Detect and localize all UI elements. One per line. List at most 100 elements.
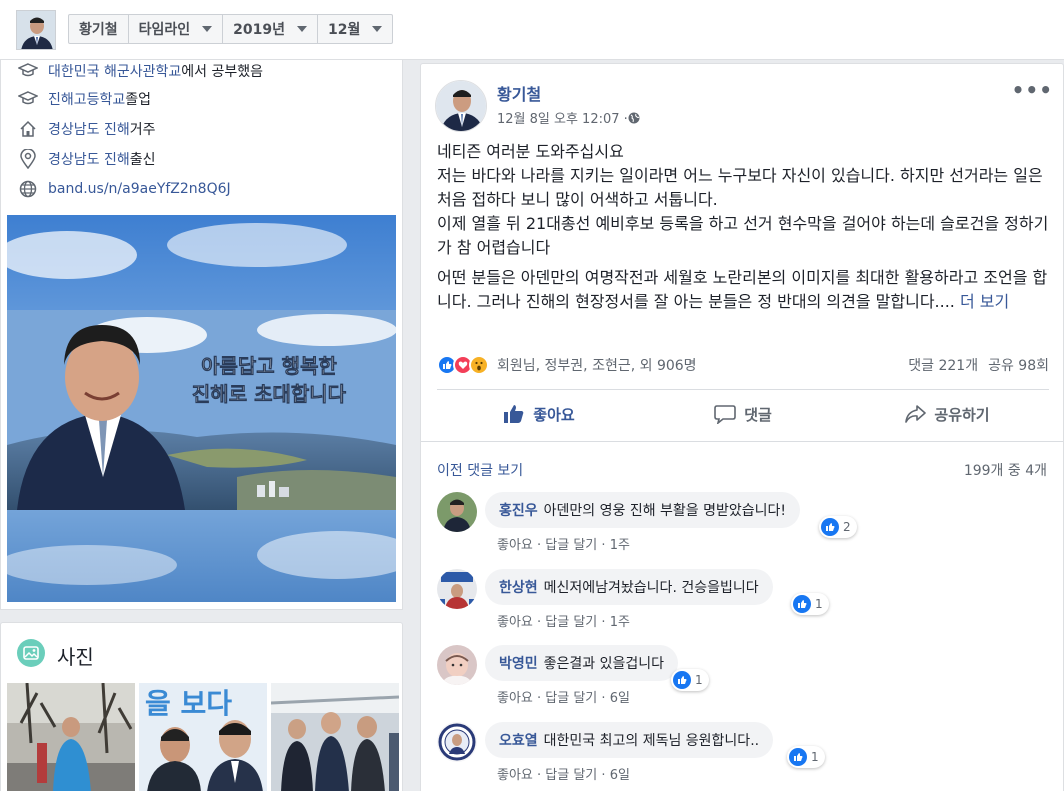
profile-name: 황기철	[79, 22, 118, 38]
like-button[interactable]: 좋아요	[437, 391, 641, 437]
comment-reaction-badge[interactable]: 1	[671, 669, 709, 691]
post-author-avatar[interactable]	[435, 80, 487, 132]
comment-age[interactable]: 6일	[610, 768, 630, 783]
location-pin-icon	[17, 148, 39, 170]
comment-reaction-badge[interactable]: 1	[787, 746, 825, 768]
commenter-name[interactable]: 오효열	[499, 730, 538, 750]
more-options-icon[interactable]: •••	[1012, 78, 1053, 102]
comment-age[interactable]: 6일	[610, 691, 630, 706]
website-link[interactable]: band.us/n/a9aeYfZ2n8Q6J	[48, 181, 231, 197]
reaction-icons[interactable]	[437, 355, 489, 375]
photo-thumbnail[interactable]	[7, 683, 135, 791]
intro-text: 에서 공부했음	[181, 64, 263, 80]
comment-meta: 좋아요 · 답글 달기 · 6일	[497, 768, 630, 783]
view-dropdown[interactable]: 타임라인	[129, 15, 224, 43]
commenter-name[interactable]: 한상현	[499, 577, 538, 597]
month-label: 12월	[328, 22, 361, 38]
intro-link[interactable]: 경상남도 진해	[48, 119, 130, 139]
post-card: 황기철 12월 8일 오후 12:07 · ••• 네티즌 여러분 도와주십시요…	[420, 63, 1064, 791]
comment-like-count: 2	[843, 520, 851, 534]
comment-bubble: 한상현 메신저에남겨놨습니다. 건승을빕니다	[485, 569, 773, 605]
comment-reaction-badge[interactable]: 2	[819, 516, 857, 538]
share-count[interactable]: 공유 98회	[988, 355, 1049, 375]
comment-like-count: 1	[695, 673, 703, 687]
intro-link[interactable]: 진해고등학교	[48, 89, 125, 109]
comment-text: 대한민국 최고의 제독님 응원합니다..	[543, 733, 760, 749]
reactions-names[interactable]: 회원님, 정부권, 조현근, 외 906명	[497, 355, 697, 375]
like-reaction-icon	[821, 518, 839, 536]
cover-caption-line2: 진해로 초대합니다	[192, 382, 347, 406]
intro-item-hometown: 경상남도 진해 출신	[17, 148, 156, 170]
chevron-down-icon	[372, 26, 383, 32]
commenter-avatar[interactable]	[437, 722, 477, 762]
profile-avatar[interactable]	[16, 10, 56, 50]
comment-bubble: 홍진우 아덴만의 영웅 진해 부활을 명받았습니다!	[485, 492, 801, 528]
post-author-name[interactable]: 황기철	[497, 81, 541, 105]
comment-count[interactable]: 댓글 221개	[908, 355, 978, 375]
post-paragraph: 네티즌 여러분 도와주십시요 저는 바다와 나라를 지키는 일이라면 어느 누구…	[437, 142, 1049, 257]
like-reaction-icon	[673, 671, 691, 689]
intro-link[interactable]: 경상남도 진해	[48, 149, 130, 169]
comment-like-link[interactable]: 좋아요	[497, 538, 533, 553]
photos-card: 사진 을 보다	[0, 622, 403, 791]
comment-label: 댓글	[744, 405, 772, 424]
photo-thumbnail-text: 을 보다	[145, 687, 232, 720]
intro-text: 출신	[129, 152, 156, 168]
reactions-summary: 회원님, 정부권, 조현근, 외 906명 댓글 221개 공유 98회	[437, 354, 1049, 376]
post-body: 네티즌 여러분 도와주십시요 저는 바다와 나라를 지키는 일이라면 어느 누구…	[437, 140, 1053, 320]
comment-meta: 좋아요 · 답글 달기 · 6일	[497, 691, 630, 706]
photos-title[interactable]: 사진	[57, 641, 94, 670]
see-more-link[interactable]: 더 보기	[960, 292, 1009, 311]
comment-meta: 좋아요 · 답글 달기 · 1주	[497, 615, 630, 630]
post-timestamp[interactable]: 12월 8일 오후 12:07 ·	[497, 108, 640, 127]
view-label: 타임라인	[138, 22, 191, 38]
commenter-avatar[interactable]	[437, 492, 477, 532]
year-dropdown[interactable]: 2019년	[223, 15, 319, 43]
wow-reaction-icon	[469, 355, 489, 375]
intro-text: 거주	[129, 122, 156, 138]
cover-caption-line1: 아름답고 행복한	[201, 354, 337, 378]
comment-bubble: 박영민 좋은결과 있을겁니다	[485, 645, 679, 681]
globe-icon[interactable]	[628, 112, 640, 124]
comment-bubble-icon	[714, 404, 736, 424]
comment-reply-link[interactable]: 답글 달기	[545, 691, 597, 706]
commenter-name[interactable]: 홍진우	[499, 500, 538, 520]
globe-icon	[17, 178, 39, 200]
comments-section: 이전 댓글 보기 199개 중 4개 홍진우 아덴만의 영웅 진해 부활을 명받…	[421, 441, 1063, 791]
comment-like-link[interactable]: 좋아요	[497, 768, 533, 783]
comment-reply-link[interactable]: 답글 달기	[545, 615, 597, 630]
comment-text: 메신저에남겨놨습니다. 건승을빕니다	[543, 580, 759, 596]
comment-age[interactable]: 1주	[610, 538, 630, 553]
photo-icon	[17, 639, 45, 667]
share-arrow-icon	[904, 404, 927, 424]
month-dropdown[interactable]: 12월	[318, 15, 392, 43]
comment-reaction-badge[interactable]: 1	[791, 593, 829, 615]
post-paragraph-text: 어떤 분들은 아덴만의 여명작전과 세월호 노란리본의 이미지를 최대한 활용하…	[437, 268, 1048, 311]
comment-like-link[interactable]: 좋아요	[497, 691, 533, 706]
comment-button[interactable]: 댓글	[641, 391, 845, 437]
intro-item-website: band.us/n/a9aeYfZ2n8Q6J	[17, 178, 231, 200]
comment-reply-link[interactable]: 답글 달기	[545, 768, 597, 783]
commenter-avatar[interactable]	[437, 569, 477, 609]
intro-text: 졸업	[125, 92, 152, 108]
photo-thumbnail[interactable]: 을 보다	[139, 683, 267, 791]
profile-header-bar: 황기철 타임라인 2019년 12월	[0, 0, 1064, 60]
thumbs-up-icon	[503, 404, 525, 424]
commenter-name[interactable]: 박영민	[499, 653, 538, 673]
commenter-avatar[interactable]	[437, 645, 477, 685]
comment-like-link[interactable]: 좋아요	[497, 615, 533, 630]
intro-item-highschool: 진해고등학교 졸업	[17, 88, 151, 110]
photo-thumbnail[interactable]	[271, 683, 399, 791]
featured-image[interactable]: 아름답고 행복한 진해로 초대합니다	[7, 215, 396, 602]
intro-link[interactable]: 대한민국 해군사관학교	[48, 61, 181, 81]
post-actions: 좋아요 댓글 공유하기	[437, 391, 1049, 437]
profile-name-link[interactable]: 황기철	[69, 15, 129, 43]
graduation-cap-icon	[17, 60, 39, 82]
share-label: 공유하기	[934, 405, 990, 424]
like-reaction-icon	[789, 748, 807, 766]
comment-reply-link[interactable]: 답글 달기	[545, 538, 597, 553]
comment-age[interactable]: 1주	[610, 615, 630, 630]
view-previous-comments-link[interactable]: 이전 댓글 보기	[437, 460, 523, 480]
share-button[interactable]: 공유하기	[845, 391, 1049, 437]
post-paragraph: 어떤 분들은 아덴만의 여명작전과 세월호 노란리본의 이미지를 최대한 활용하…	[437, 266, 1053, 314]
